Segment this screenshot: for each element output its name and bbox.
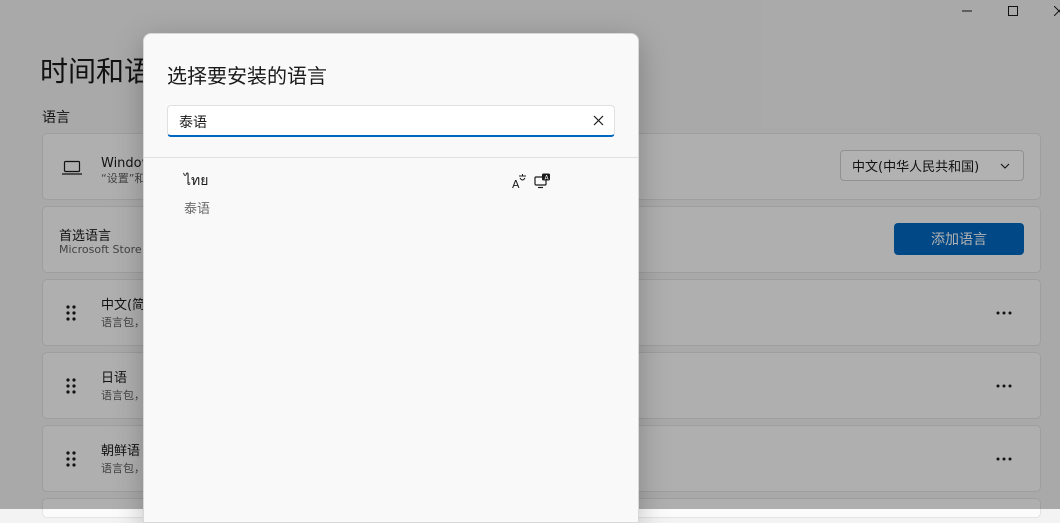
- clear-icon[interactable]: [593, 115, 604, 126]
- result-native-name[interactable]: ไทย: [184, 170, 208, 192]
- svg-text:A: A: [512, 178, 520, 190]
- result-localized-name[interactable]: 泰语: [184, 198, 210, 217]
- search-value: 泰语: [179, 115, 207, 131]
- divider: [144, 157, 638, 158]
- text-to-speech-icon: A: [512, 174, 526, 190]
- language-search-input[interactable]: 泰语: [167, 105, 615, 137]
- install-language-dialog: 选择要安装的语言 泰语 ไทย 泰语 A A: [143, 33, 639, 523]
- display-language-icon: A: [534, 173, 550, 189]
- dialog-title: 选择要安装的语言: [167, 64, 327, 88]
